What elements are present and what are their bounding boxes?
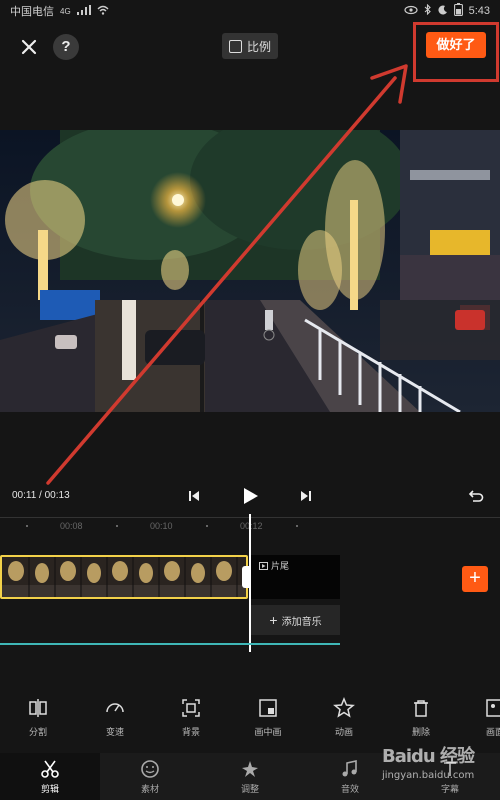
play-icon bbox=[244, 488, 258, 504]
playhead[interactable] bbox=[249, 514, 251, 652]
skip-previous-icon bbox=[189, 491, 199, 501]
ratio-button[interactable]: 比例 bbox=[222, 33, 278, 59]
close-button[interactable] bbox=[16, 34, 42, 60]
speed-icon bbox=[106, 703, 124, 713]
add-music-button[interactable]: + 添加音乐 bbox=[251, 605, 340, 635]
trash-icon bbox=[414, 700, 428, 717]
background-icon bbox=[182, 699, 200, 717]
tool-speed[interactable]: 变速 bbox=[90, 697, 140, 738]
wifi-icon bbox=[97, 5, 109, 18]
audio-track-line bbox=[0, 643, 340, 645]
moon-icon bbox=[438, 5, 448, 18]
skip-previous-button[interactable] bbox=[182, 484, 206, 508]
ruler-tick: 00:08 bbox=[60, 521, 83, 531]
tool-background[interactable]: 背景 bbox=[166, 697, 216, 738]
done-button[interactable]: 做好了 bbox=[426, 32, 486, 58]
ratio-label: 比例 bbox=[246, 39, 271, 54]
picture-in-picture-icon bbox=[259, 699, 277, 717]
time-readout: 00:11 / 00:13 bbox=[12, 490, 70, 501]
scissors-icon bbox=[41, 760, 59, 778]
video-preview[interactable] bbox=[0, 130, 500, 412]
tool-delete[interactable]: 删除 bbox=[396, 697, 446, 738]
add-clip-button[interactable]: + bbox=[462, 566, 488, 592]
tool-picture-in-picture[interactable]: 画中画 bbox=[243, 697, 293, 738]
signal-icon bbox=[76, 4, 91, 18]
skip-next-icon bbox=[301, 491, 311, 501]
close-icon bbox=[21, 39, 37, 55]
plus-icon: + bbox=[269, 612, 278, 628]
add-music-label: 添加音乐 bbox=[281, 616, 322, 628]
frame-icon bbox=[486, 699, 500, 717]
tool-label: 分割 bbox=[28, 727, 47, 737]
tab-label: 调整 bbox=[240, 784, 259, 794]
tool-animation[interactable]: 动画 bbox=[319, 697, 369, 738]
clock-label: 5:43 bbox=[468, 5, 490, 17]
status-bar: 中国电信 4G 5:43 bbox=[0, 0, 500, 22]
bluetooth-icon bbox=[424, 3, 432, 18]
tab-label: 音效 bbox=[340, 784, 359, 794]
animation-icon bbox=[333, 697, 355, 718]
ending-label: 片尾 bbox=[271, 561, 290, 571]
tool-label: 画中画 bbox=[254, 727, 282, 737]
sticker-icon bbox=[141, 760, 159, 778]
tab-sound[interactable]: 音效 bbox=[320, 759, 380, 795]
play-button[interactable] bbox=[238, 484, 262, 508]
adjust-icon bbox=[242, 761, 258, 777]
tool-label: 删除 bbox=[411, 727, 430, 737]
watermark-brand: Baidu 经验 bbox=[382, 746, 475, 767]
music-icon bbox=[342, 760, 357, 777]
undo-icon bbox=[468, 490, 484, 502]
ruler-tick: 00:12 bbox=[240, 521, 263, 531]
edit-toolbar: 分割 变速 背景 画中画 动画 删除 画面 bbox=[0, 697, 500, 747]
ending-label-group: 片尾 bbox=[259, 559, 289, 572]
eye-icon bbox=[403, 5, 418, 18]
undo-button[interactable] bbox=[464, 484, 488, 508]
editor-top-bar: ? 比例 做好了 bbox=[0, 22, 500, 82]
playback-controls: 00:11 / 00:13 bbox=[0, 480, 500, 512]
video-frame-image bbox=[0, 130, 500, 412]
tab-label: 剪辑 bbox=[40, 784, 59, 794]
watermark-site: jingyan.baidu.com bbox=[382, 770, 475, 781]
carrier-label: 中国电信 bbox=[10, 6, 54, 18]
ruler-tick: 00:10 bbox=[150, 521, 173, 531]
skip-next-button[interactable] bbox=[294, 484, 318, 508]
tab-label: 素材 bbox=[140, 784, 159, 794]
battery-icon bbox=[453, 3, 463, 19]
tool-label: 变速 bbox=[105, 727, 124, 737]
tab-materials[interactable]: 素材 bbox=[120, 759, 180, 795]
tool-label: 背景 bbox=[181, 727, 200, 737]
tool-split[interactable]: 分割 bbox=[13, 697, 63, 738]
clip-thumbnails bbox=[2, 557, 246, 597]
tab-adjust[interactable]: 调整 bbox=[220, 759, 280, 795]
video-icon bbox=[259, 561, 268, 570]
tool-label: 画面 bbox=[485, 727, 500, 737]
help-button[interactable]: ? bbox=[53, 34, 79, 60]
network-label: 4G bbox=[60, 6, 71, 16]
video-clip[interactable] bbox=[0, 555, 248, 599]
tool-frame[interactable]: 画面 bbox=[470, 697, 500, 738]
baidu-watermark: Baidu 经验 jingyan.baidu.com bbox=[382, 742, 492, 792]
split-icon bbox=[29, 699, 47, 717]
ending-clip[interactable]: 片尾 bbox=[251, 555, 340, 599]
tab-edit[interactable]: 剪辑 bbox=[20, 759, 80, 795]
tool-label: 动画 bbox=[334, 727, 353, 737]
aspect-ratio-icon bbox=[228, 39, 242, 53]
